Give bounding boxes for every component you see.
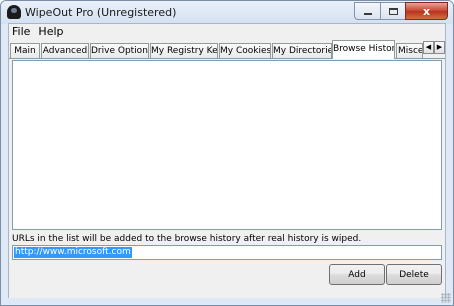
tab-scroll-left-button[interactable]: ◀: [423, 41, 434, 54]
close-icon: x: [422, 4, 431, 18]
app-window: WipeOut Pro (Unregistered) x File Help M…: [0, 0, 454, 306]
minimize-icon: [363, 13, 372, 15]
tab-drive-options[interactable]: Drive Options: [90, 43, 149, 59]
close-button[interactable]: x: [405, 2, 448, 20]
tab-main[interactable]: Main: [10, 43, 40, 59]
url-input-value: http://www.microsoft.com: [14, 247, 132, 258]
url-input[interactable]: http://www.microsoft.com: [12, 245, 442, 260]
tab-scroll-right-button[interactable]: ▶: [434, 41, 445, 54]
tab-advanced[interactable]: Advanced: [41, 43, 89, 59]
url-list[interactable]: [12, 60, 442, 230]
delete-button[interactable]: Delete: [386, 264, 442, 285]
app-icon[interactable]: [7, 5, 21, 19]
info-label: URLs in the list will be added to the br…: [12, 234, 362, 244]
tab-browse-history[interactable]: Browse History: [332, 40, 395, 59]
window-title: WipeOut Pro (Unregistered): [25, 6, 177, 19]
client-area: File Help Main Advanced Drive Options My…: [8, 23, 446, 298]
tab-strip: Main Advanced Drive Options My Registry …: [9, 40, 445, 59]
menu-file[interactable]: File: [9, 24, 35, 39]
menu-help[interactable]: Help: [35, 24, 68, 39]
add-button[interactable]: Add: [329, 264, 385, 285]
tab-my-directories[interactable]: My Directories: [272, 43, 332, 59]
maximize-button[interactable]: [380, 2, 405, 20]
resize-grip[interactable]: [441, 293, 451, 303]
maximize-icon: [388, 7, 398, 15]
caption-buttons: x: [354, 2, 448, 20]
chevron-right-icon: ▶: [436, 43, 443, 51]
chevron-left-icon: ◀: [425, 43, 432, 51]
browse-history-panel: URLs in the list will be added to the br…: [9, 58, 445, 298]
minimize-button[interactable]: [354, 2, 380, 20]
menu-bar: File Help: [9, 24, 445, 39]
tab-miscellaneous[interactable]: Miscellaneous: [396, 43, 423, 59]
tab-my-registry-keys[interactable]: My Registry Keys: [150, 43, 218, 59]
tab-my-cookies[interactable]: My Cookies: [219, 43, 271, 59]
title-bar[interactable]: WipeOut Pro (Unregistered) x: [1, 1, 453, 24]
